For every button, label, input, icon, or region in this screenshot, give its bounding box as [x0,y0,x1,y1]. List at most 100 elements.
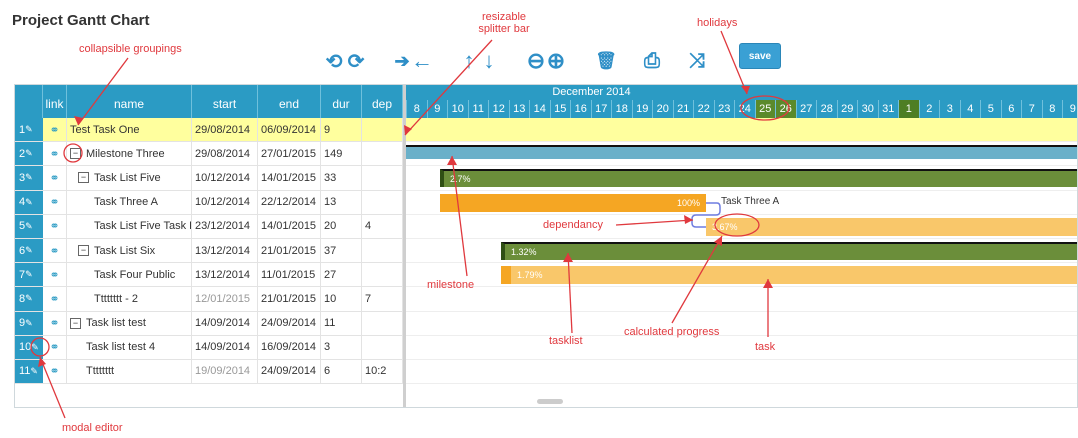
dur-cell[interactable]: 9 [321,118,362,142]
end-cell[interactable]: 16/09/2014 [258,335,321,359]
end-cell[interactable]: 06/09/2014 [258,118,321,142]
edit-icon[interactable]: ✎ [25,293,33,304]
end-cell[interactable]: 24/09/2014 [258,311,321,335]
edit-icon[interactable]: ✎ [25,269,33,280]
redo-button[interactable]: ⟳ [345,49,367,73]
delete-button[interactable]: 🗑 [595,49,617,73]
edit-icon[interactable]: ✎ [25,124,33,135]
end-cell[interactable]: 21/01/2015 [258,287,321,311]
table-row[interactable]: 8 ✎ ⚭ Tttttttt - 2 12/01/2015 21/01/2015 10 7 [15,287,403,312]
link-icon[interactable]: ⚭ [43,335,67,359]
link-icon[interactable]: ⚭ [43,190,67,214]
end-cell[interactable]: 24/09/2014 [258,359,321,384]
row-number[interactable]: 9 ✎ [15,311,43,335]
dep-cell[interactable]: 4 [362,214,403,238]
dur-cell[interactable]: 11 [321,311,362,335]
undo-button[interactable]: ⟲ [323,49,345,73]
dep-cell[interactable] [362,311,403,335]
name-cell[interactable]: − Task List Five [67,166,192,190]
start-cell[interactable]: 14/09/2014 [192,335,258,359]
end-cell[interactable]: 14/01/2015 [258,214,321,238]
name-cell[interactable]: − Milestone Three [67,142,192,166]
indent-button[interactable]: ← [411,48,433,73]
outdent-button[interactable]: ➔ [392,49,412,73]
link-icon[interactable]: ⚭ [43,263,67,287]
collapse-toggle-icon[interactable]: − [78,172,89,184]
task-three-a-bar[interactable]: 100% [440,194,706,212]
name-cell[interactable]: Tttttttt [67,359,192,384]
row-number[interactable]: 3 ✎ [15,166,43,190]
row-number[interactable]: 6 ✎ [15,238,43,263]
row-number[interactable]: 7 ✎ [15,263,43,287]
link-icon[interactable]: ⚭ [43,142,67,166]
edit-icon[interactable]: ✎ [25,172,33,183]
start-cell[interactable]: 13/12/2014 [192,263,258,287]
end-cell[interactable]: 21/01/2015 [258,238,321,263]
start-cell[interactable]: 13/12/2014 [192,238,258,263]
print-button[interactable]: ⎙ [641,49,663,73]
link-icon[interactable]: ⚭ [43,214,67,238]
start-cell[interactable]: 29/08/2014 [192,142,258,166]
name-cell[interactable]: Task Four Public [67,263,192,287]
header-name[interactable]: name [67,85,192,118]
header-dur[interactable]: dur [321,85,362,118]
row-number[interactable]: 10 ✎ [15,335,43,359]
dep-cell[interactable] [362,190,403,214]
start-cell[interactable]: 10/12/2014 [192,166,258,190]
row-number[interactable]: 5 ✎ [15,214,43,238]
dur-cell[interactable]: 13 [321,190,362,214]
task-b-bar[interactable]: 3.67% [706,218,1077,236]
h-scrollbar-thumb[interactable] [537,399,563,404]
header-dep[interactable]: dep [362,85,403,118]
table-row[interactable]: 1 ✎ ⚭ Test Task One 29/08/2014 06/09/2014 9 [15,118,403,143]
edit-icon[interactable]: ✎ [25,318,33,329]
dep-cell[interactable] [362,238,403,263]
header-link[interactable]: link [43,85,67,118]
row-number[interactable]: 1 ✎ [15,118,43,142]
edit-icon[interactable]: ✎ [31,342,39,353]
link-icon[interactable]: ⚭ [43,287,67,311]
dur-cell[interactable]: 27 [321,263,362,287]
header-start[interactable]: start [192,85,258,118]
shuffle-button[interactable]: ⤨ [686,49,708,73]
name-cell[interactable]: Task Three A [67,190,192,214]
milestone-bar[interactable] [406,145,1077,159]
table-row[interactable]: 9 ✎ ⚭ − Task list test 14/09/2014 24/09/2014 1… [15,311,403,336]
end-cell[interactable]: 14/01/2015 [258,166,321,190]
row-number[interactable]: 11 ✎ [15,359,43,384]
name-cell[interactable]: Tttttttt - 2 [67,287,192,311]
collapse-toggle-icon[interactable]: − [78,245,89,257]
collapse-toggle-icon[interactable]: − [70,148,81,160]
link-icon[interactable]: ⚭ [43,359,67,384]
edit-icon[interactable]: ✎ [25,197,33,208]
row-number[interactable]: 4 ✎ [15,190,43,214]
end-cell[interactable]: 27/01/2015 [258,142,321,166]
dep-cell[interactable] [362,142,403,166]
start-cell[interactable]: 23/12/2014 [192,214,258,238]
dur-cell[interactable]: 37 [321,238,362,263]
move-up-button[interactable]: ↑ [459,48,479,73]
name-cell[interactable]: Task List Five Task B [67,214,192,238]
save-button[interactable]: save [739,43,781,69]
edit-icon[interactable]: ✎ [25,221,33,232]
table-row[interactable]: 3 ✎ ⚭ − Task List Five 10/12/2014 14/01/2015 3… [15,166,403,191]
dur-cell[interactable]: 3 [321,335,362,359]
dep-cell[interactable] [362,335,403,359]
edit-icon[interactable]: ✎ [30,366,38,377]
name-cell[interactable]: Test Task One [67,118,192,142]
dep-cell[interactable] [362,166,403,190]
end-cell[interactable]: 11/01/2015 [258,263,321,287]
link-icon[interactable]: ⚭ [43,311,67,335]
table-row[interactable]: 6 ✎ ⚭ − Task List Six 13/12/2014 21/01/2015 37 [15,238,403,264]
name-cell[interactable]: − Task List Six [67,238,192,263]
dur-cell[interactable]: 20 [321,214,362,238]
name-cell[interactable]: − Task list test [67,311,192,335]
dep-cell[interactable]: 7 [362,287,403,311]
collapse-toggle-icon[interactable]: − [70,317,81,329]
dur-cell[interactable]: 6 [321,359,362,384]
move-down-button[interactable]: ↓ [479,48,499,73]
zoom-out-button[interactable]: ⊖ [526,48,546,73]
dur-cell[interactable]: 10 [321,287,362,311]
header-end[interactable]: end [258,85,321,118]
tasklist-five-bar[interactable]: 2.7% [440,169,1077,187]
